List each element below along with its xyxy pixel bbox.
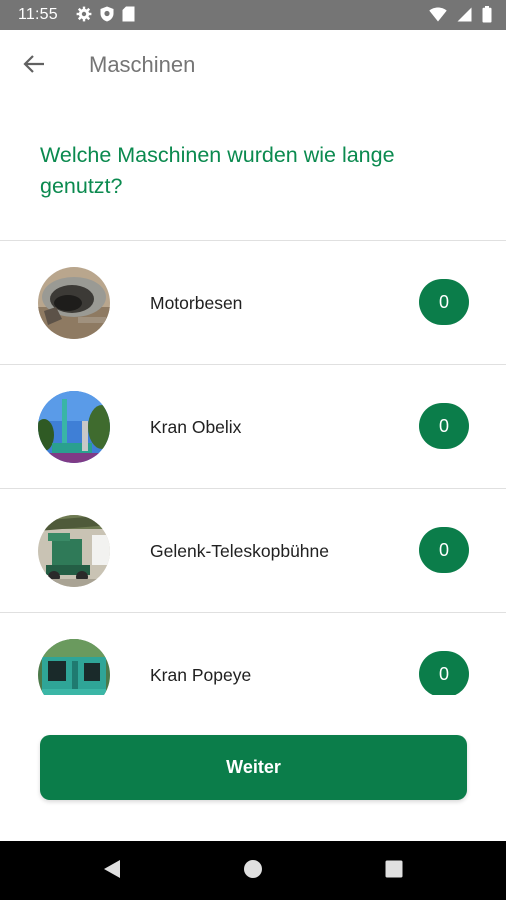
machine-name: Kran Popeye: [150, 665, 252, 685]
continue-button[interactable]: Weiter: [40, 735, 467, 800]
system-navigation-bar: [0, 841, 506, 900]
usage-count-button[interactable]: 0: [419, 403, 469, 449]
status-time: 11:55: [18, 6, 58, 23]
usage-count-button[interactable]: 0: [419, 527, 469, 573]
status-right-icons: [429, 6, 492, 23]
machine-name: Motorbesen: [150, 293, 243, 313]
back-button[interactable]: [14, 46, 54, 86]
app-bar: Maschinen: [0, 30, 506, 102]
list-item[interactable]: Kran Obelix 0: [0, 365, 506, 489]
question-heading: Welche Maschinen wurden wie lange genutz…: [40, 143, 395, 198]
list-item[interactable]: Gelenk-Teleskopbühne 0: [0, 489, 506, 613]
usage-count-button[interactable]: 0: [419, 651, 469, 695]
page-title: Maschinen: [89, 52, 196, 77]
status-left-icons: [76, 6, 135, 22]
usage-count-button[interactable]: 0: [419, 279, 469, 325]
recents-square-icon: [385, 860, 403, 883]
machine-photo-kran-obelix: [38, 391, 110, 463]
list-item[interactable]: Motorbesen 0: [0, 241, 506, 365]
gear-icon: [76, 6, 92, 22]
machine-photo-gelenk-teleskopbuehne: [38, 515, 110, 587]
home-circle-icon: [243, 859, 263, 884]
machine-name: Kran Obelix: [150, 417, 242, 437]
machine-photo-motorbesen: [38, 267, 110, 339]
nav-back-button[interactable]: [97, 856, 127, 886]
machine-list[interactable]: Motorbesen 0 Kran Obelix 0 Gelenk-Telesk…: [0, 240, 506, 695]
status-bar: 11:55: [0, 0, 506, 30]
list-item[interactable]: Kran Popeye 0: [0, 613, 506, 695]
shield-icon: [100, 6, 114, 22]
back-triangle-icon: [103, 859, 121, 884]
battery-icon: [482, 6, 492, 23]
signal-icon: [457, 7, 472, 22]
arrow-back-icon: [23, 54, 45, 79]
wifi-icon: [429, 7, 447, 22]
machine-name: Gelenk-Teleskopbühne: [150, 541, 330, 561]
nav-home-button[interactable]: [238, 856, 268, 886]
nav-recents-button[interactable]: [379, 856, 409, 886]
sd-card-icon: [122, 6, 135, 22]
machine-photo-kran-popeye: [38, 639, 110, 695]
